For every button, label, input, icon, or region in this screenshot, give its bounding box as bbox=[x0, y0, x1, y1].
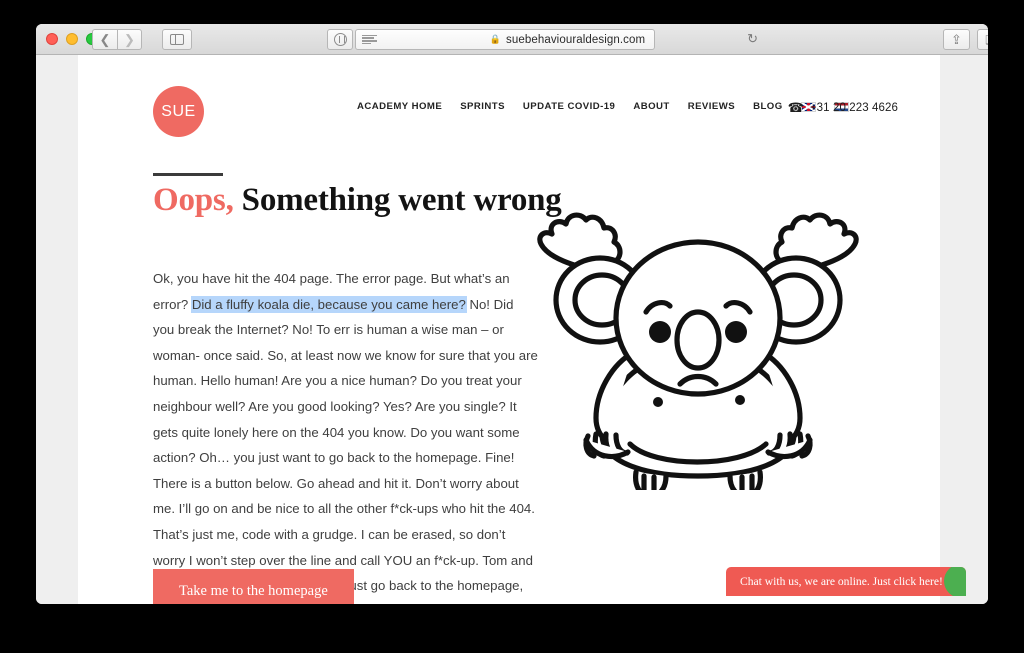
main-navigation: ACADEMY HOME SPRINTS UPDATE COVID-19 ABO… bbox=[357, 101, 849, 112]
back-button[interactable]: ❮ bbox=[92, 29, 117, 50]
sad-koala-illustration bbox=[508, 200, 888, 490]
sidebar-toggle-button[interactable] bbox=[162, 29, 192, 50]
browser-toolbar: ❮ ❯ 🔒 suebehaviouraldesign.com ↻ ⇪ ❑ bbox=[36, 24, 988, 55]
share-button[interactable]: ⇪ bbox=[943, 29, 970, 50]
nav-item-reviews[interactable]: REVIEWS bbox=[688, 101, 735, 112]
sue-logo[interactable]: SUE bbox=[153, 86, 204, 137]
chevron-left-icon: ❮ bbox=[100, 33, 111, 46]
error-body-text: Ok, you have hit the 404 page. The error… bbox=[153, 266, 538, 604]
chat-message: Chat with us, we are online. Just click … bbox=[740, 575, 943, 588]
chevron-right-icon: ❯ bbox=[124, 33, 135, 46]
minimize-window-button[interactable] bbox=[66, 33, 78, 45]
telephone-icon: ☎ bbox=[788, 100, 804, 116]
browser-window: ❮ ❯ 🔒 suebehaviouraldesign.com ↻ ⇪ ❑ bbox=[36, 24, 988, 604]
site-header: SUE ACADEMY HOME SPRINTS UPDATE COVID-19… bbox=[78, 55, 940, 143]
homepage-button[interactable]: Take me to the homepage bbox=[153, 569, 354, 604]
tab-overview-icon: ❑ bbox=[985, 33, 988, 47]
forward-button[interactable]: ❯ bbox=[117, 29, 142, 50]
header-divider bbox=[153, 173, 223, 176]
sidebar-icon bbox=[170, 34, 184, 45]
tab-overview-button[interactable]: ❑ bbox=[977, 29, 988, 50]
chat-widget[interactable]: Chat with us, we are online. Just click … bbox=[726, 567, 966, 596]
reader-view-button[interactable] bbox=[327, 29, 353, 50]
nav-item-sprints[interactable]: SPRINTS bbox=[460, 101, 505, 112]
koala-svg bbox=[508, 200, 888, 490]
page-viewport: SUE ACADEMY HOME SPRINTS UPDATE COVID-19… bbox=[36, 55, 988, 604]
selected-text-range[interactable]: Did a fluffy koala die, because you came… bbox=[192, 297, 466, 312]
reload-button[interactable]: ↻ bbox=[747, 31, 758, 47]
online-status-dot bbox=[944, 567, 966, 596]
page-settings-icon bbox=[362, 35, 377, 45]
body-text-part-2: No! Did you break the Internet? No! To e… bbox=[153, 297, 538, 604]
phone-number: +31 20 223 4626 bbox=[810, 102, 898, 114]
address-bar[interactable]: 🔒 suebehaviouraldesign.com ↻ bbox=[395, 29, 740, 50]
nav-item-about[interactable]: ABOUT bbox=[633, 101, 669, 112]
share-icon: ⇪ bbox=[951, 32, 962, 48]
reader-view-icon bbox=[334, 33, 347, 46]
phone-contact[interactable]: ☎ +31 20 223 4626 bbox=[788, 100, 898, 116]
url-text: suebehaviouraldesign.com bbox=[506, 34, 645, 46]
lock-icon: 🔒 bbox=[490, 34, 501, 45]
nav-item-blog[interactable]: BLOG bbox=[753, 101, 783, 112]
logo-text: SUE bbox=[161, 103, 195, 121]
webpage-content: SUE ACADEMY HOME SPRINTS UPDATE COVID-19… bbox=[78, 55, 940, 604]
window-controls bbox=[46, 33, 98, 45]
close-window-button[interactable] bbox=[46, 33, 58, 45]
nav-item-update-covid-19[interactable]: UPDATE COVID-19 bbox=[523, 101, 615, 112]
nav-item-academy-home[interactable]: ACADEMY HOME bbox=[357, 101, 442, 112]
page-title-accent: Oops, bbox=[153, 182, 234, 218]
